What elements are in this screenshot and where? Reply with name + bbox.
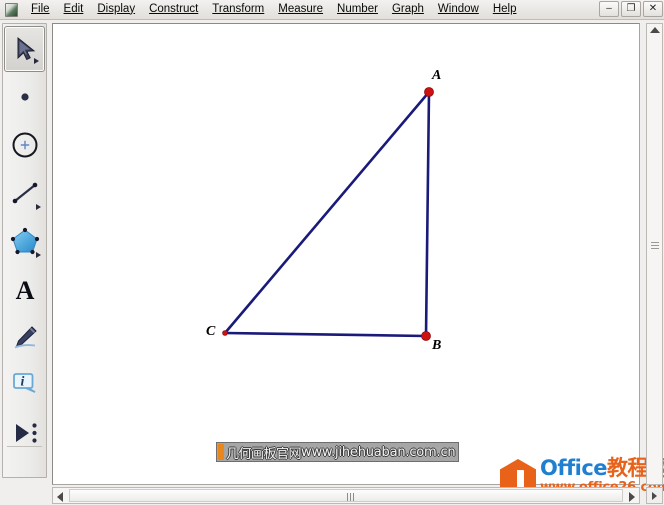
- scroll-up-arrow-icon[interactable]: [650, 27, 660, 33]
- text-tool[interactable]: A: [3, 265, 46, 313]
- scroll-right-arrow-icon[interactable]: [629, 492, 635, 502]
- menu-label-number: Number: [337, 2, 378, 15]
- menu-label-graph: Graph: [391, 2, 424, 15]
- watermark-url-text: www.jihehuaban.com.cn: [301, 444, 456, 460]
- restore-button[interactable]: ❐: [621, 1, 641, 17]
- toolbar-divider: [7, 446, 42, 447]
- horizontal-scrollbar-grip[interactable]: [347, 493, 356, 501]
- marker-tool[interactable]: [3, 313, 46, 361]
- menu-item-number[interactable]: Number: [330, 1, 385, 19]
- point-A[interactable]: [424, 87, 434, 97]
- menu-item-graph[interactable]: Graph: [385, 1, 431, 19]
- scrollbar-corner: [646, 487, 663, 504]
- polygon-tool-flyout-icon[interactable]: [36, 252, 41, 258]
- point-label-B[interactable]: B: [432, 338, 441, 354]
- close-button[interactable]: ✕: [643, 1, 663, 17]
- menu-item-transform[interactable]: Transform: [205, 1, 271, 19]
- site-watermark: 几何画板官网 www.jihehuaban.com.cn: [216, 442, 460, 462]
- point-dot-icon: [20, 93, 29, 101]
- arrow-select-tool[interactable]: [4, 26, 45, 72]
- point-label-C[interactable]: C: [206, 324, 215, 340]
- corner-arrow-icon[interactable]: [652, 492, 657, 500]
- vertical-scrollbar[interactable]: [646, 23, 663, 485]
- horizontal-scrollbar[interactable]: [52, 487, 640, 504]
- menu-label-construct: Construct: [149, 2, 199, 15]
- menu-item-measure[interactable]: Measure: [271, 1, 330, 19]
- menu-label-edit: Edit: [63, 2, 84, 15]
- watermark-cn-text: 几何画板官网: [226, 446, 302, 462]
- segment-AB[interactable]: [424, 90, 431, 338]
- scroll-left-arrow-icon[interactable]: [57, 492, 63, 502]
- menu-label-display: Display: [97, 2, 136, 15]
- sketch-canvas[interactable]: A B C: [52, 23, 640, 485]
- logo-title-en: Office: [540, 456, 608, 480]
- menu-bar: File Edit Display Construct Transform Me…: [0, 0, 664, 20]
- point-label-A[interactable]: A: [432, 68, 441, 84]
- hexagon-document-glyph: [511, 470, 524, 488]
- svg-text:i: i: [20, 375, 24, 390]
- info-bubble-icon: i: [12, 373, 35, 393]
- menu-item-display[interactable]: Display: [90, 1, 142, 19]
- menu-label-transform: Transform: [212, 2, 265, 15]
- menu-label-file: File: [31, 2, 50, 15]
- polygon-tool[interactable]: [3, 217, 46, 265]
- sketchpad-app-icon[interactable]: [3, 2, 21, 18]
- line-segment-icon: [12, 182, 37, 204]
- circle-compass-icon: [12, 132, 37, 158]
- menu-item-help[interactable]: Help: [486, 1, 524, 19]
- menu-item-window[interactable]: Window: [431, 1, 486, 19]
- window-controls: – ❐ ✕: [599, 1, 663, 17]
- point-B[interactable]: [421, 331, 431, 341]
- menu-label-help: Help: [492, 2, 517, 15]
- arrow-tool-flyout-icon[interactable]: [34, 58, 39, 64]
- marker-pen-icon: [14, 326, 37, 349]
- minimize-button[interactable]: –: [599, 1, 619, 17]
- play-dots-icon: [15, 423, 37, 443]
- sketchpad-window: File Edit Display Construct Transform Me…: [0, 0, 664, 505]
- menu-label-window: Window: [437, 2, 479, 15]
- app-icon-glyph: [5, 2, 18, 17]
- horizontal-scrollbar-thumb[interactable]: [69, 489, 623, 502]
- letter-a-icon: A: [15, 276, 34, 303]
- information-tool[interactable]: i: [3, 361, 46, 409]
- triangle-figure: [222, 87, 434, 341]
- custom-tool[interactable]: [3, 409, 46, 457]
- compass-tool[interactable]: [3, 121, 46, 169]
- menu-item-edit[interactable]: Edit: [57, 1, 91, 19]
- segment-CA[interactable]: [223, 90, 431, 335]
- svg-text:A: A: [15, 276, 34, 303]
- point-tool[interactable]: [3, 73, 46, 121]
- point-C[interactable]: [222, 330, 228, 336]
- menu-item-file[interactable]: File: [24, 1, 57, 19]
- menu-item-construct[interactable]: Construct: [142, 1, 205, 19]
- vertical-scrollbar-grip[interactable]: [651, 242, 659, 249]
- segment-BC[interactable]: [223, 331, 428, 338]
- watermark-accent-bar: [218, 444, 224, 460]
- straightedge-tool[interactable]: [3, 169, 46, 217]
- straightedge-tool-flyout-icon[interactable]: [36, 204, 41, 210]
- menu-label-measure: Measure: [278, 2, 324, 15]
- tool-palette: A i: [2, 23, 47, 478]
